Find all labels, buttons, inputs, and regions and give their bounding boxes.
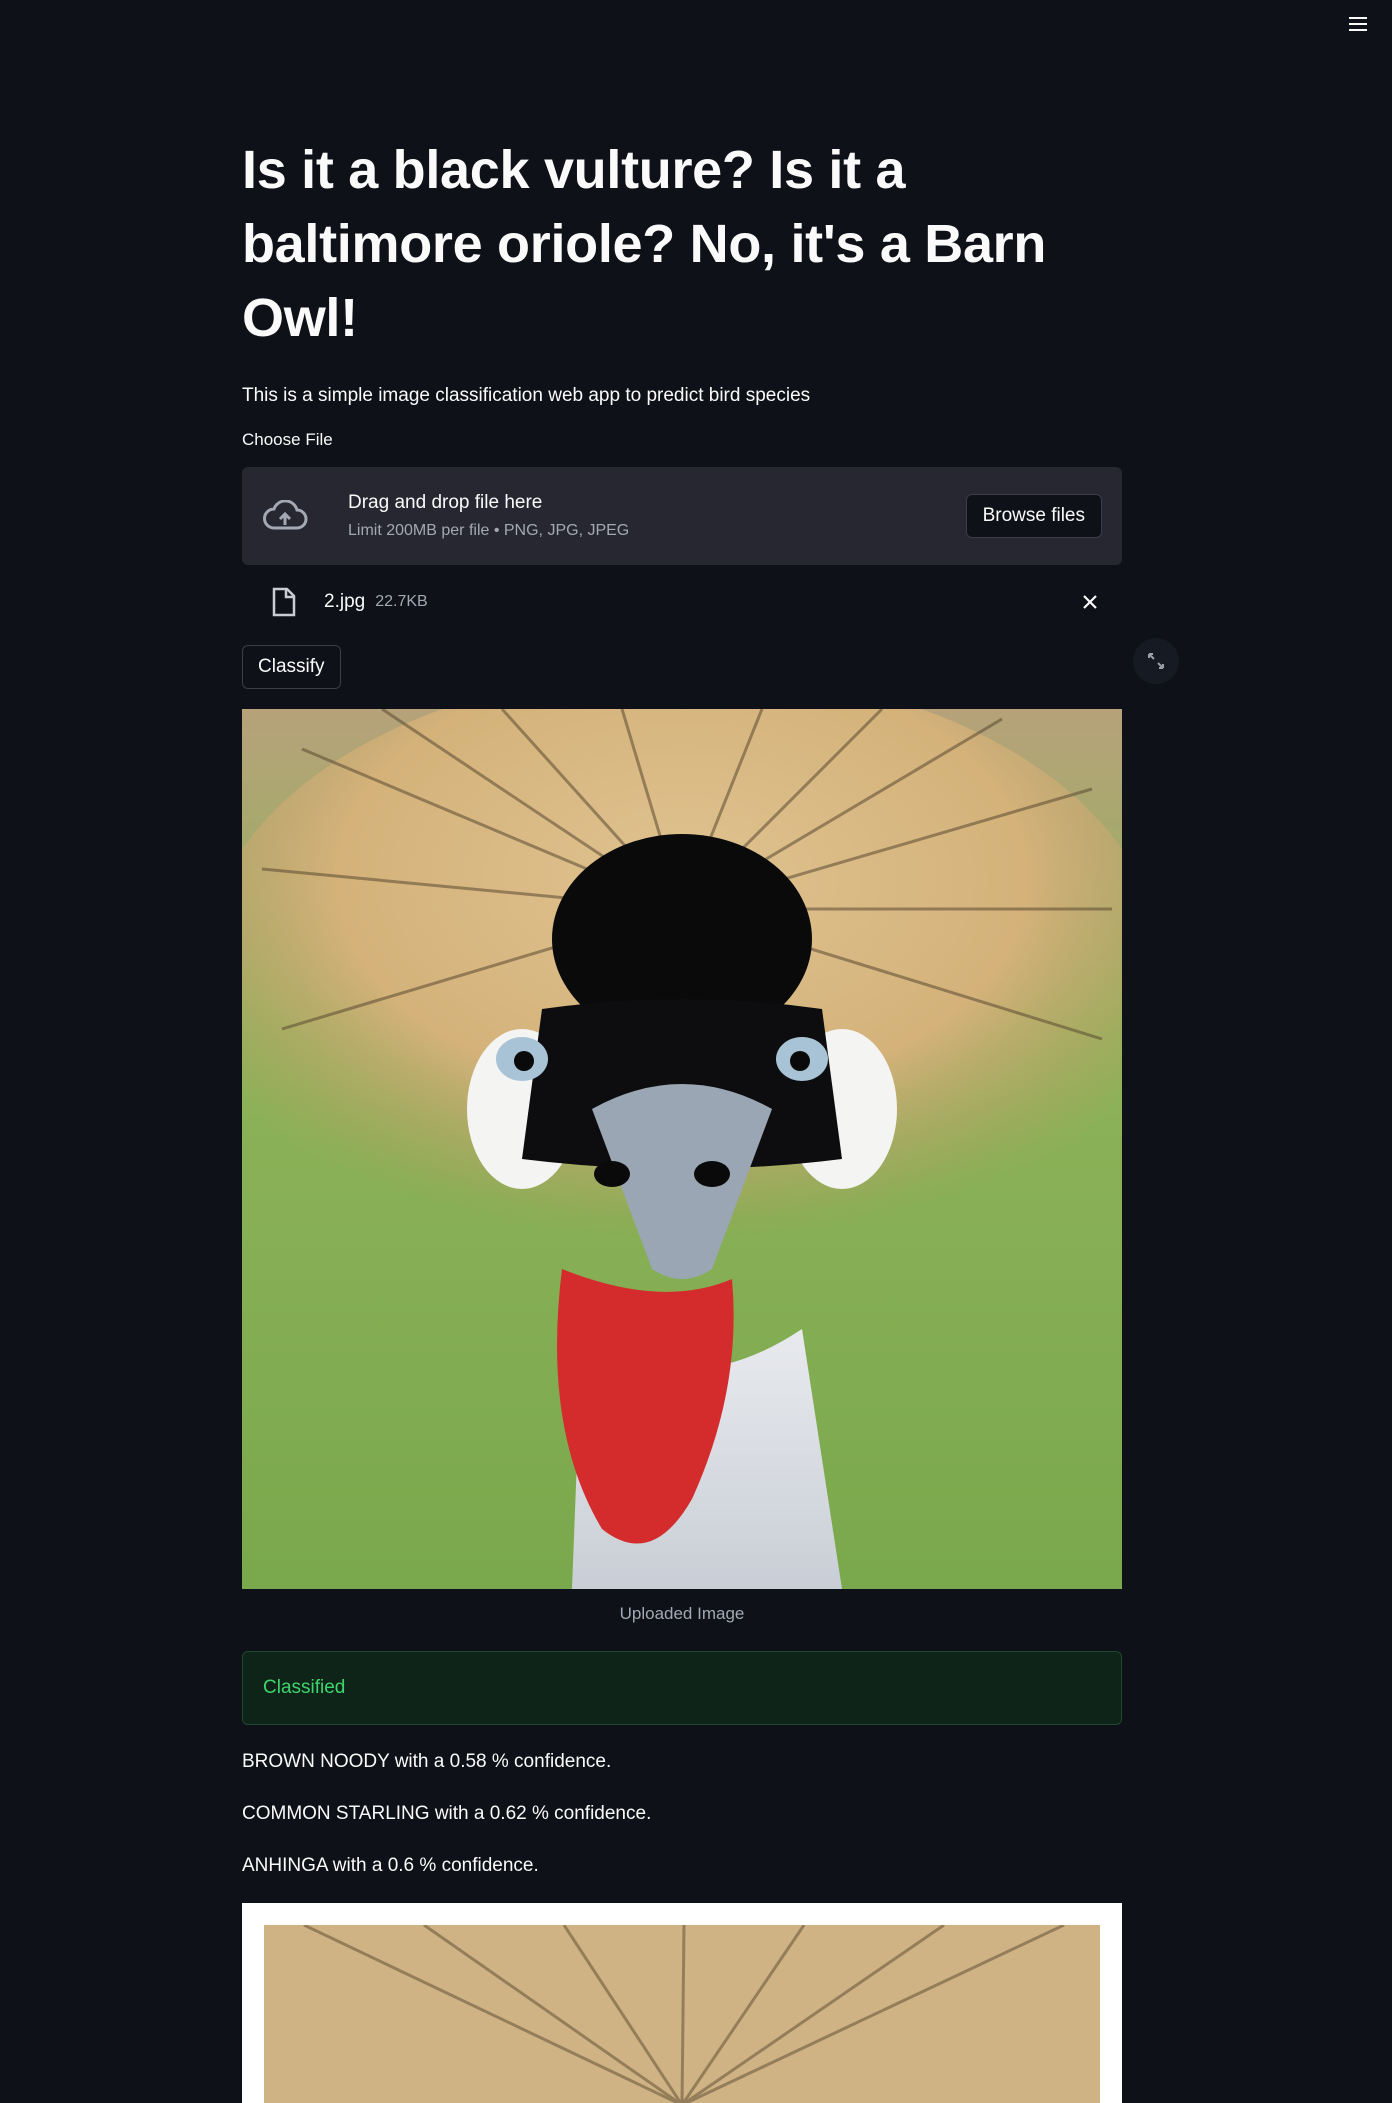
uploaded-bird-image bbox=[242, 709, 1122, 1589]
browse-files-button[interactable]: Browse files bbox=[965, 494, 1102, 538]
image-caption: Uploaded Image bbox=[619, 1604, 745, 1623]
app-description: This is a simple image classification we… bbox=[242, 385, 811, 406]
file-uploader-label: Choose File bbox=[242, 430, 333, 449]
prediction-1: BROWN NOODY with a 0.58 % confidence. bbox=[242, 1751, 612, 1772]
hamburger-menu-icon[interactable] bbox=[1346, 14, 1370, 34]
page-title: Is it a black vulture? Is it a baltimore… bbox=[242, 140, 1047, 348]
fullscreen-expand-icon[interactable] bbox=[1133, 638, 1179, 684]
dropzone-instruction: Drag and drop file here bbox=[348, 492, 543, 513]
main-content: Is it a black vulture? Is it a baltimore… bbox=[242, 0, 1122, 2103]
success-alert: Classified bbox=[242, 1651, 1122, 1725]
file-size: 22.7KB bbox=[375, 593, 428, 610]
prediction-3: ANHINGA with a 0.6 % confidence. bbox=[242, 1855, 539, 1876]
uploaded-file-row: 2.jpg 22.7KB bbox=[242, 565, 1122, 639]
remove-file-close-icon[interactable] bbox=[1080, 592, 1100, 612]
dropzone-limit: Limit 200MB per file • PNG, JPG, JPEG bbox=[348, 522, 630, 539]
file-name: 2.jpg bbox=[324, 591, 366, 612]
result-image-frame bbox=[242, 1903, 1122, 2103]
file-icon bbox=[272, 587, 296, 617]
file-dropzone[interactable]: Drag and drop file here Limit 200MB per … bbox=[242, 467, 1122, 565]
success-alert-text: Classified bbox=[263, 1677, 346, 1698]
classify-button[interactable]: Classify bbox=[242, 645, 341, 689]
prediction-2: COMMON STARLING with a 0.62 % confidence… bbox=[242, 1803, 652, 1824]
cloud-upload-icon bbox=[263, 500, 308, 530]
